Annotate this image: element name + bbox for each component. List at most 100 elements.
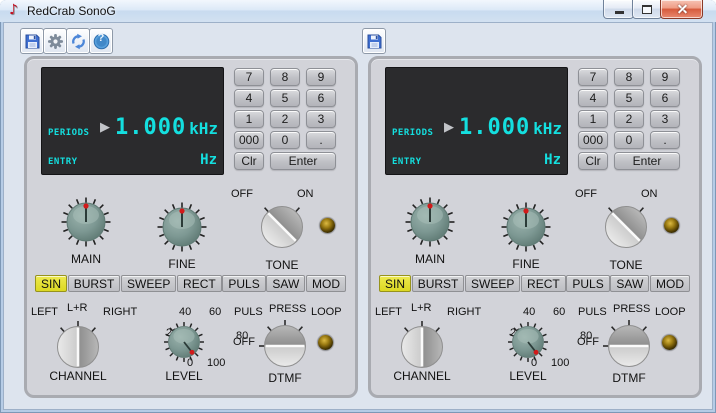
dtmf-knob[interactable] — [602, 319, 656, 373]
dtmf-puls-label: PULS — [234, 306, 263, 318]
channel-knob[interactable] — [395, 320, 449, 374]
key-000[interactable]: 000 — [234, 131, 264, 149]
tone-knob[interactable] — [255, 200, 309, 254]
level-knob[interactable] — [506, 320, 550, 364]
wave-saw-button[interactable]: SAW — [610, 275, 650, 292]
key-9[interactable]: 9 — [306, 68, 336, 86]
level-60-label: 60 — [209, 306, 222, 318]
channel-lr-label: L+R — [67, 302, 88, 314]
key-5[interactable]: 5 — [270, 89, 300, 107]
key-1[interactable]: 1 — [234, 110, 264, 128]
key-4[interactable]: 4 — [578, 89, 608, 107]
mode-pointer-icon: ▶ — [444, 120, 454, 135]
entry-unit: Hz — [200, 152, 217, 168]
key-0[interactable]: 0 — [614, 131, 644, 149]
wave-burst-button[interactable]: BURST — [67, 275, 121, 292]
key-8[interactable]: 8 — [270, 68, 300, 86]
tone-on-label: ON — [641, 188, 658, 200]
display-mode-label: PERIODS — [48, 128, 90, 138]
key-0[interactable]: 0 — [270, 131, 300, 149]
tone-group: OFF ON TONE — [575, 184, 687, 276]
title-bar: ♪ RedCrab SonoG — [0, 0, 716, 22]
dtmf-press-label: PRESS — [269, 303, 307, 315]
clear-button[interactable]: Clr — [578, 152, 608, 170]
music-note-icon: ♪ — [9, 2, 18, 18]
key-dot[interactable]: . — [306, 131, 336, 149]
wave-burst-button[interactable]: BURST — [411, 275, 465, 292]
tone-off-label: OFF — [575, 188, 597, 200]
key-7[interactable]: 7 — [578, 68, 608, 86]
enter-button[interactable]: Enter — [270, 152, 336, 170]
key-8[interactable]: 8 — [614, 68, 644, 86]
wave-puls-button[interactable]: PULS — [222, 275, 266, 292]
level-40-label: 40 — [179, 306, 192, 318]
dtmf-knob[interactable] — [258, 319, 312, 373]
key-000[interactable]: 000 — [578, 131, 608, 149]
enter-button[interactable]: Enter — [614, 152, 680, 170]
main-knob-label: MAIN — [71, 252, 101, 266]
channel-knob-label: CHANNEL — [393, 369, 451, 383]
level-100-label: 100 — [551, 357, 570, 369]
key-6[interactable]: 6 — [650, 89, 680, 107]
channel-left-label: LEFT — [31, 306, 58, 318]
close-button[interactable] — [660, 0, 703, 19]
fine-knob-label: FINE — [168, 257, 196, 271]
tone-led — [320, 218, 335, 233]
wave-rect-button[interactable]: RECT — [177, 275, 222, 292]
key-2[interactable]: 2 — [270, 110, 300, 128]
save-icon — [25, 34, 39, 48]
save-button[interactable] — [20, 28, 44, 54]
clear-button[interactable]: Clr — [234, 152, 264, 170]
channel-group: LEFT L+R RIGHT CHANNEL — [27, 301, 139, 391]
generator-panel-1: PERIODS ▶ 1.000 kHz ENTRY Hz 7 8 9 4 5 6… — [24, 56, 358, 398]
frequency-value: 1.000 — [459, 115, 531, 140]
display-mode-label: PERIODS — [392, 128, 434, 138]
channel-group: LEFT L+R RIGHT CHANNEL — [371, 301, 483, 391]
level-knob[interactable] — [162, 320, 206, 364]
fine-knob[interactable] — [155, 200, 209, 254]
save-icon — [367, 34, 381, 48]
minimize-icon — [614, 11, 624, 14]
refresh-icon — [71, 33, 85, 49]
wave-rect-button[interactable]: RECT — [521, 275, 566, 292]
refresh-button[interactable] — [66, 28, 90, 54]
wave-sin-button[interactable]: SIN — [35, 275, 68, 292]
wave-mod-button[interactable]: MOD — [305, 275, 346, 292]
level-60-label: 60 — [553, 306, 566, 318]
settings-button[interactable] — [43, 28, 67, 54]
key-3[interactable]: 3 — [650, 110, 680, 128]
help-button[interactable]: ? — [89, 28, 113, 54]
minimize-button[interactable] — [603, 0, 634, 19]
main-knob[interactable] — [59, 195, 113, 249]
wave-mod-button[interactable]: MOD — [649, 275, 690, 292]
save-button-right[interactable] — [362, 28, 386, 54]
dtmf-loop-led — [662, 335, 677, 350]
channel-knob[interactable] — [51, 320, 105, 374]
numeric-keypad: 7 8 9 4 5 6 1 2 3 000 0 . Clr Enter — [578, 68, 692, 170]
key-7[interactable]: 7 — [234, 68, 264, 86]
key-1[interactable]: 1 — [578, 110, 608, 128]
key-5[interactable]: 5 — [614, 89, 644, 107]
main-knob[interactable] — [403, 195, 457, 249]
dtmf-knob-label: DTMF — [612, 371, 646, 385]
key-dot[interactable]: . — [650, 131, 680, 149]
maximize-button[interactable] — [632, 0, 662, 19]
dtmf-group: PULS PRESS LOOP OFF DTMF — [571, 301, 691, 393]
frequency-unit: kHz — [533, 119, 562, 138]
tone-knob[interactable] — [599, 200, 653, 254]
wave-sweep-button[interactable]: SWEEP — [121, 275, 177, 292]
key-3[interactable]: 3 — [306, 110, 336, 128]
wave-puls-button[interactable]: PULS — [566, 275, 610, 292]
level-knob-label: LEVEL — [165, 369, 203, 383]
wave-sweep-button[interactable]: SWEEP — [465, 275, 521, 292]
fine-knob[interactable] — [499, 200, 553, 254]
settings-gear-icon — [47, 33, 63, 49]
dtmf-loop-label: LOOP — [311, 306, 342, 318]
key-9[interactable]: 9 — [650, 68, 680, 86]
key-6[interactable]: 6 — [306, 89, 336, 107]
wave-saw-button[interactable]: SAW — [266, 275, 306, 292]
wave-sin-button[interactable]: SIN — [379, 275, 412, 292]
key-2[interactable]: 2 — [614, 110, 644, 128]
main-knob-label: MAIN — [415, 252, 445, 266]
key-4[interactable]: 4 — [234, 89, 264, 107]
